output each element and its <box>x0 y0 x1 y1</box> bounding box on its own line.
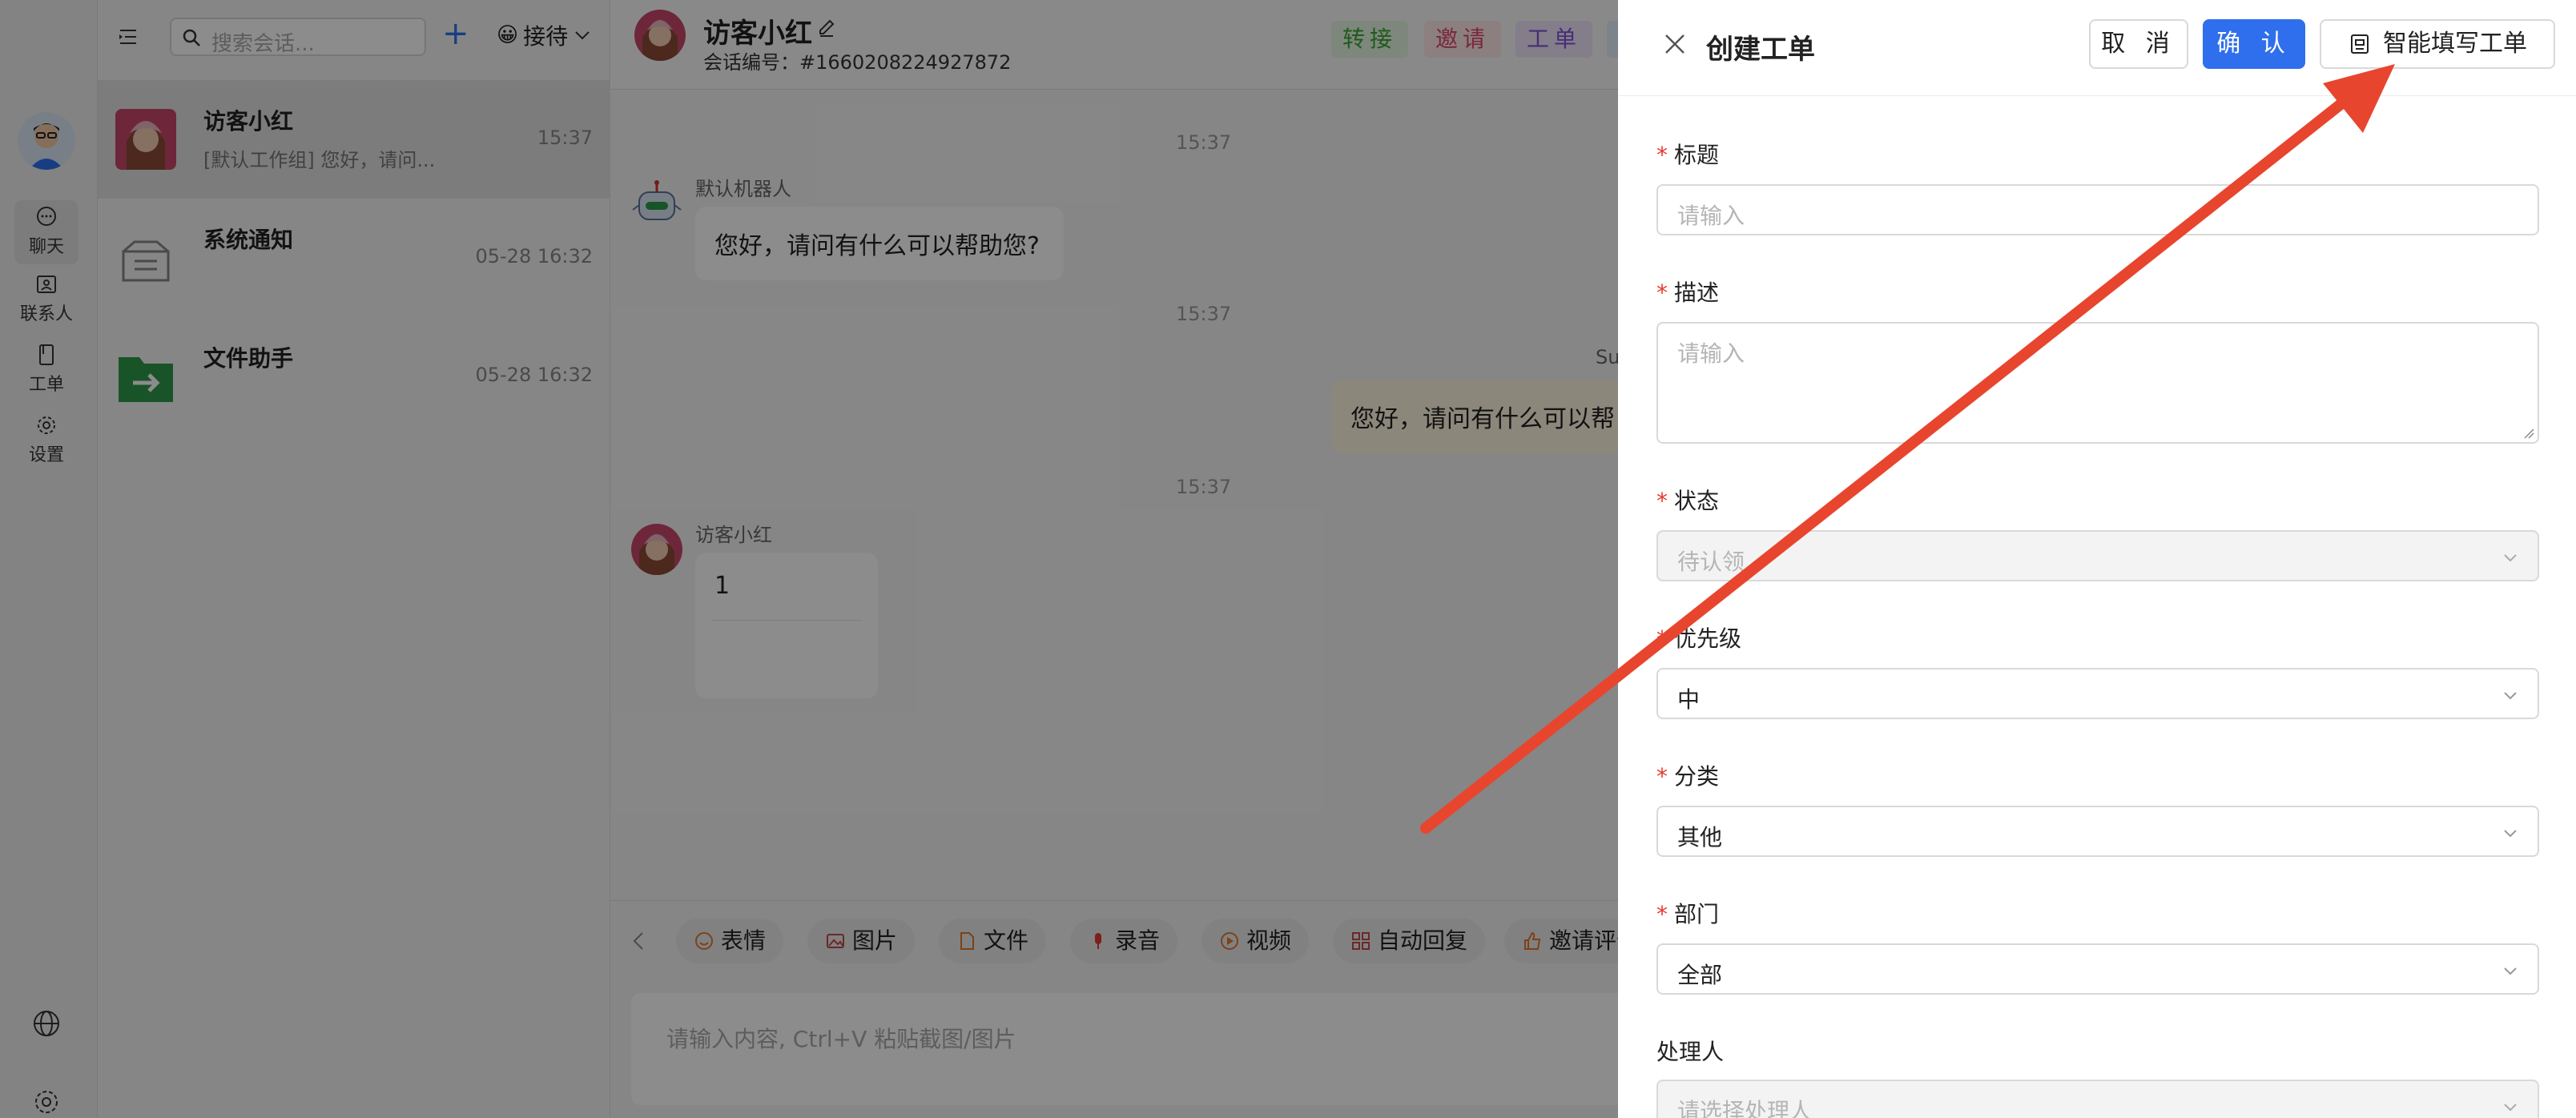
status-select: 待认领 <box>1656 530 2539 581</box>
cancel-button[interactable]: 取 消 <box>2089 19 2188 69</box>
department-value: 全部 <box>1677 962 1723 988</box>
title-label-text: 标题 <box>1674 142 1720 168</box>
required-mark: * <box>1656 763 1668 790</box>
chevron-down-icon <box>2504 554 2517 562</box>
description-field-label: * 描述 <box>1656 275 1719 308</box>
category-field-label: * 分类 <box>1656 759 1719 791</box>
category-value: 其他 <box>1677 824 1723 851</box>
smart-fill-label: 智能填写工单 <box>2383 30 2527 58</box>
required-mark: * <box>1656 901 1668 927</box>
required-mark: * <box>1656 625 1668 652</box>
title-input[interactable]: 请输入 <box>1656 184 2539 235</box>
title-field-label: * 标题 <box>1656 138 1719 170</box>
confirm-button[interactable]: 确 认 <box>2203 19 2305 69</box>
priority-select[interactable]: 中 <box>1656 668 2539 719</box>
category-select[interactable]: 其他 <box>1656 806 2539 857</box>
department-select[interactable]: 全部 <box>1656 943 2539 995</box>
assignee-label-text: 处理人 <box>1656 1039 1725 1065</box>
description-placeholder: 请输入 <box>1677 340 1745 367</box>
create-ticket-drawer: 创建工单 取 消 确 认 智能填写工单 * 标题 请输入 * 描述 请输入 * 状态 <box>1618 0 2576 1118</box>
robot-icon <box>2351 34 2369 54</box>
close-icon[interactable] <box>1661 30 1688 58</box>
status-field-label: * 状态 <box>1656 484 1719 516</box>
department-field-label: * 部门 <box>1656 897 1719 929</box>
category-label-text: 分类 <box>1674 763 1720 790</box>
chevron-down-icon <box>2504 830 2517 838</box>
assignee-select[interactable]: 请选择处理人 <box>1656 1080 2539 1118</box>
required-mark: * <box>1656 488 1668 514</box>
priority-field-label: * 优先级 <box>1656 621 1741 654</box>
description-textarea[interactable]: 请输入 <box>1656 322 2539 444</box>
title-placeholder: 请输入 <box>1677 203 1745 229</box>
status-value: 待认领 <box>1677 549 1745 575</box>
chevron-down-icon <box>2504 967 2517 975</box>
priority-label-text: 优先级 <box>1674 625 1742 652</box>
chevron-down-icon <box>2504 692 2517 700</box>
drawer-title: 创建工单 <box>1706 34 1815 66</box>
chevron-down-icon <box>2504 1104 2517 1112</box>
required-mark: * <box>1656 142 1668 168</box>
assignee-placeholder: 请选择处理人 <box>1677 1098 1813 1118</box>
description-label-text: 描述 <box>1674 280 1720 306</box>
priority-value: 中 <box>1677 686 1701 713</box>
department-label-text: 部门 <box>1674 901 1720 927</box>
assignee-field-label: 处理人 <box>1656 1035 1724 1067</box>
required-mark: * <box>1656 280 1668 306</box>
smart-fill-button[interactable]: 智能填写工单 <box>2320 19 2555 69</box>
modal-overlay[interactable] <box>0 0 1618 1118</box>
resize-handle-icon[interactable] <box>2522 426 2534 439</box>
drawer-header: 创建工单 取 消 确 认 智能填写工单 <box>1618 0 2576 96</box>
status-label-text: 状态 <box>1674 488 1720 514</box>
